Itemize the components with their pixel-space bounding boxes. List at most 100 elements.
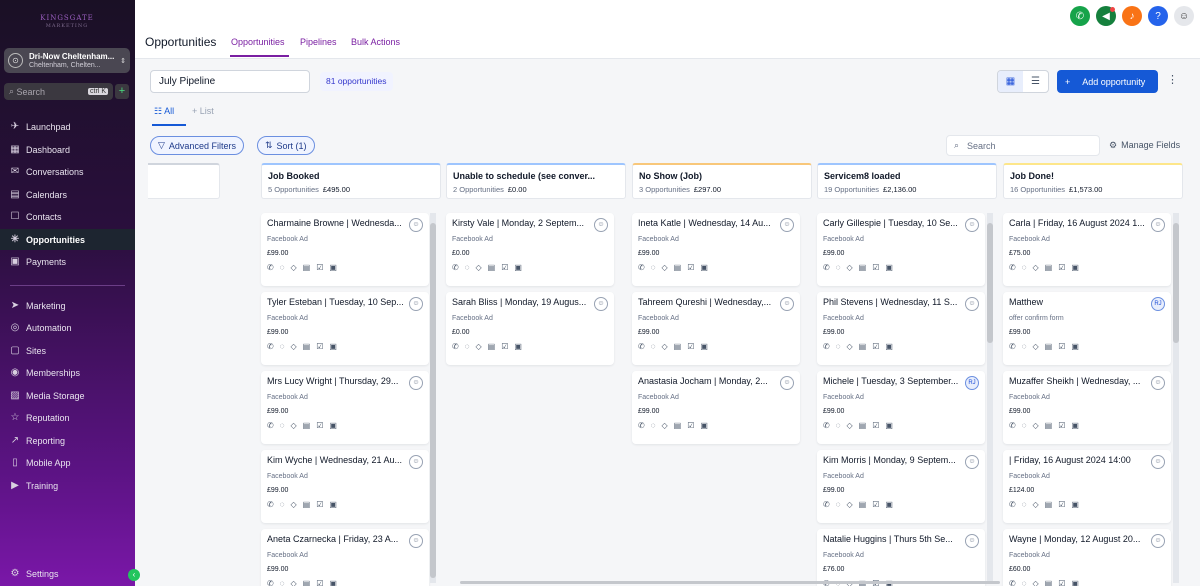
opportunity-card[interactable]: Michele | Tuesday, 3 September... RJ Faceb… xyxy=(817,371,985,444)
phone-icon[interactable]: ✆ xyxy=(267,500,274,509)
message-icon[interactable]: ◌ xyxy=(465,263,470,272)
task-icon[interactable]: ☑ xyxy=(872,500,879,509)
sidebar-item-memberships[interactable]: ◉ Memberships xyxy=(0,362,135,383)
tag-icon[interactable]: ◇ xyxy=(290,421,296,430)
assign-user-icon[interactable]: ☺ xyxy=(409,376,423,390)
column-scrollbar[interactable] xyxy=(430,213,436,583)
task-icon[interactable]: ☑ xyxy=(687,342,694,351)
note-icon[interactable]: ▤ xyxy=(1045,500,1053,509)
tab-opportunities[interactable]: Opportunities xyxy=(231,37,285,47)
assign-user-icon[interactable]: ☺ xyxy=(780,218,794,232)
sidebar-search[interactable]: ⌕ Search ctrl K xyxy=(4,83,113,100)
message-icon[interactable]: ◌ xyxy=(280,421,285,430)
note-icon[interactable]: ▤ xyxy=(674,421,682,430)
column-header[interactable]: Unable to schedule (see conver... 2 Oppor… xyxy=(446,163,626,199)
tag-icon[interactable]: ◇ xyxy=(290,342,296,351)
tag-icon[interactable]: ◇ xyxy=(290,579,296,586)
note-icon[interactable]: ▤ xyxy=(1045,421,1053,430)
quick-add-button[interactable]: + xyxy=(115,84,129,99)
note-icon[interactable]: ▤ xyxy=(303,421,311,430)
assign-user-icon[interactable]: ☺ xyxy=(409,455,423,469)
tag-icon[interactable]: ◇ xyxy=(1032,579,1038,586)
tag-icon[interactable]: ◇ xyxy=(661,263,667,272)
account-switcher[interactable]: ⊙ Dri-Now Cheltenham... Cheltenham, Chel… xyxy=(4,48,130,73)
note-icon[interactable]: ▤ xyxy=(303,500,311,509)
board-search-input[interactable]: ⌕ Search xyxy=(946,135,1100,156)
appointment-icon[interactable]: ▣ xyxy=(885,263,893,272)
tag-icon[interactable]: ◇ xyxy=(290,263,296,272)
phone-icon[interactable]: ✆ xyxy=(1009,421,1016,430)
note-icon[interactable]: ▤ xyxy=(303,342,311,351)
sidebar-item-contacts[interactable]: ☐ Contacts xyxy=(0,206,135,227)
task-icon[interactable]: ☑ xyxy=(1058,342,1065,351)
assign-user-icon[interactable]: ☺ xyxy=(1151,218,1165,232)
opportunity-card[interactable]: Carly Gillespie | Tuesday, 10 Se... ☺ Face… xyxy=(817,213,985,286)
phone-icon[interactable]: ✆ xyxy=(823,263,830,272)
phone-icon[interactable]: ✆ xyxy=(1009,579,1016,586)
message-icon[interactable]: ◌ xyxy=(836,342,841,351)
phone-icon[interactable]: ✆ xyxy=(823,421,830,430)
task-icon[interactable]: ☑ xyxy=(316,500,323,509)
help-icon[interactable]: ? xyxy=(1148,6,1168,26)
tag-icon[interactable]: ◇ xyxy=(846,263,852,272)
task-icon[interactable]: ☑ xyxy=(501,342,508,351)
manage-fields-button[interactable]: ⚙ Manage Fields xyxy=(1109,140,1180,151)
sidebar-item-sites[interactable]: ▢ Sites xyxy=(0,340,135,361)
advanced-filters-button[interactable]: ▽ Advanced Filters xyxy=(150,136,244,155)
appointment-icon[interactable]: ▣ xyxy=(700,421,708,430)
appointment-icon[interactable]: ▣ xyxy=(329,579,337,586)
column-header[interactable]: Job Done! 16 Opportunities £1,573.00 xyxy=(1003,163,1183,199)
assign-user-icon[interactable]: ☺ xyxy=(965,218,979,232)
assign-user-icon[interactable]: ☺ xyxy=(409,534,423,548)
assign-user-icon[interactable]: ☺ xyxy=(1151,534,1165,548)
tag-icon[interactable]: ◇ xyxy=(1032,421,1038,430)
opportunity-card[interactable]: Tahreem Qureshi | Wednesday,... ☺ Facebook… xyxy=(632,292,800,365)
appointment-icon[interactable]: ▣ xyxy=(885,342,893,351)
tab-bulk-actions[interactable]: Bulk Actions xyxy=(351,37,400,47)
message-icon[interactable]: ◌ xyxy=(1022,500,1027,509)
column-header[interactable]: )00 xyxy=(148,163,220,199)
appointment-icon[interactable]: ▣ xyxy=(1071,500,1079,509)
appointment-icon[interactable]: ▣ xyxy=(1071,579,1079,586)
note-icon[interactable]: ▤ xyxy=(859,263,867,272)
column-scrollbar[interactable] xyxy=(1173,213,1179,583)
sidebar-item-settings[interactable]: ⚙ Settings xyxy=(0,563,135,584)
message-icon[interactable]: ◌ xyxy=(1022,342,1027,351)
sort-button[interactable]: ⇅ Sort (1) xyxy=(257,136,315,155)
assign-user-icon[interactable]: ☺ xyxy=(409,297,423,311)
add-opportunity-button[interactable]: + Add opportunity xyxy=(1057,70,1158,93)
sidebar-item-calendars[interactable]: ▤ Calendars xyxy=(0,184,135,205)
appointment-icon[interactable]: ▣ xyxy=(885,500,893,509)
note-icon[interactable]: ▤ xyxy=(674,263,682,272)
task-icon[interactable]: ☑ xyxy=(687,263,694,272)
message-icon[interactable]: ◌ xyxy=(280,500,285,509)
tag-icon[interactable]: ◇ xyxy=(475,342,481,351)
phone-icon[interactable]: ✆ xyxy=(267,579,274,586)
appointment-icon[interactable]: ▣ xyxy=(885,421,893,430)
task-icon[interactable]: ☑ xyxy=(1058,579,1065,586)
opportunity-card[interactable]: Phil Stevens | Wednesday, 11 S... ☺ Facebo… xyxy=(817,292,985,365)
phone-icon[interactable]: ✆ xyxy=(267,263,274,272)
opportunity-card[interactable]: Anastasia Jocham | Monday, 2... ☺ Facebook… xyxy=(632,371,800,444)
more-options-icon[interactable]: ⋮ xyxy=(1167,73,1178,86)
tag-icon[interactable]: ◇ xyxy=(1032,500,1038,509)
message-icon[interactable]: ◌ xyxy=(280,342,285,351)
message-icon[interactable]: ◌ xyxy=(651,342,656,351)
phone-icon[interactable]: ✆ xyxy=(267,421,274,430)
tag-icon[interactable]: ◇ xyxy=(661,342,667,351)
tab-pipelines[interactable]: Pipelines xyxy=(300,37,337,47)
appointment-icon[interactable]: ▣ xyxy=(514,263,522,272)
task-icon[interactable]: ☑ xyxy=(872,263,879,272)
task-icon[interactable]: ☑ xyxy=(872,421,879,430)
tag-icon[interactable]: ◇ xyxy=(661,421,667,430)
task-icon[interactable]: ☑ xyxy=(1058,500,1065,509)
task-icon[interactable]: ☑ xyxy=(687,421,694,430)
tag-icon[interactable]: ◇ xyxy=(475,263,481,272)
sidebar-item-marketing[interactable]: ➤ Marketing xyxy=(0,295,135,316)
assign-user-icon[interactable]: ☺ xyxy=(594,218,608,232)
note-icon[interactable]: ▤ xyxy=(488,263,496,272)
note-icon[interactable]: ▤ xyxy=(303,263,311,272)
opportunity-card[interactable]: Kirsty Vale | Monday, 2 Septem... ☺ Facebo… xyxy=(446,213,614,286)
opportunity-card[interactable]: Mrs Lucy Wright | Thursday, 29... ☺ Facebo… xyxy=(261,371,429,444)
message-icon[interactable]: ◌ xyxy=(465,342,470,351)
